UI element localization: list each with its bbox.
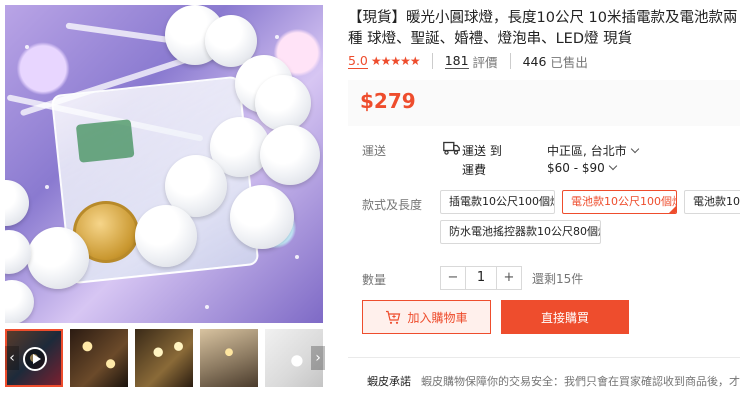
reviews-label: 評價 [472, 54, 498, 70]
light-ball [5, 230, 31, 274]
shipping-fee-label: 運費 [462, 163, 487, 177]
light-ball [230, 185, 294, 249]
light-ball [5, 180, 29, 226]
quantity-input[interactable]: 1 [465, 267, 497, 289]
sold-label: 已售出 [550, 54, 588, 70]
price: $279 [360, 89, 416, 113]
variation-option[interactable]: 防水電池搖控器款10公尺80個燈 [440, 220, 601, 244]
divider [509, 53, 511, 69]
rating-value[interactable]: 5.0 [348, 53, 368, 69]
light-ball [27, 227, 89, 289]
sparkle [25, 45, 29, 49]
guarantee-text: 蝦皮購物保障你的交易安全：我們只會在買家確認收到商品後，才會撥款 [421, 375, 740, 388]
shipping-label: 運送 [362, 144, 387, 158]
add-to-cart-label: 加入購物車 [407, 310, 468, 325]
sold-count: 446 [522, 53, 547, 69]
sparkle [45, 185, 49, 189]
rating-row: 5.0 ★★★★★ 181 評價 446 已售出 [348, 52, 588, 70]
shipping-fee-select[interactable]: $60 - $90 [547, 161, 618, 175]
plus-button[interactable]: + [497, 267, 521, 289]
thumbnail-2[interactable] [70, 329, 128, 387]
divider [348, 357, 740, 358]
light-ball [260, 125, 320, 185]
chevron-right-icon[interactable]: › [311, 346, 325, 370]
divider [431, 53, 433, 69]
chevron-down-icon [630, 144, 639, 154]
light-ball [255, 75, 311, 131]
chevron-left-icon[interactable]: ‹ [5, 346, 19, 370]
star-rating-icon: ★★★★★ [370, 54, 421, 68]
variation-label: 款式及長度 [362, 198, 423, 212]
variation-option[interactable]: 插電款10公尺100個燈 [440, 190, 555, 214]
variation-option-selected[interactable]: 電池款10公尺100個燈 [562, 190, 677, 214]
guarantee-row[interactable]: 蝦皮承諾 蝦皮購物保障你的交易安全：我們只會在買家確認收到商品後，才會撥款 [362, 373, 740, 389]
truck-icon [443, 141, 460, 155]
thumbnail-4[interactable] [200, 329, 258, 387]
ship-location: 中正區, 台北市 [547, 144, 627, 158]
main-product-image[interactable] [5, 5, 323, 323]
product-title: 【現貨】暖光小圓球燈，長度10公尺 10米插電款及電池款兩種 球燈、聖誕、婚禮、… [348, 10, 738, 47]
shipping-fee: $60 - $90 [547, 161, 605, 175]
ship-to-label: 運送 到 [462, 144, 502, 158]
guarantee-title: 蝦皮承諾 [367, 375, 411, 388]
sparkle [295, 255, 299, 259]
circuit-board [75, 119, 135, 163]
light-ball [135, 205, 197, 267]
thumbnail-strip: ‹ › [5, 329, 325, 389]
ship-location-select[interactable]: 中正區, 台北市 [547, 142, 639, 159]
add-to-cart-button[interactable]: 加入購物車 [362, 300, 491, 334]
quantity-label: 數量 [362, 273, 387, 287]
quantity-stepper: − 1 + [440, 266, 522, 290]
light-ball [5, 280, 34, 323]
minus-button[interactable]: − [441, 267, 465, 289]
buy-now-button[interactable]: 直接購買 [501, 300, 629, 334]
variation-option[interactable]: 電池款10公尺 [684, 190, 740, 214]
chevron-down-icon [608, 161, 618, 171]
sparkle [205, 305, 209, 309]
stock-remaining: 還剩15件 [532, 272, 584, 286]
thumbnail-3[interactable] [135, 329, 193, 387]
play-icon[interactable] [23, 347, 47, 371]
reviews-count[interactable]: 181 [444, 53, 469, 69]
cart-icon [386, 310, 401, 324]
sparkle [275, 35, 279, 39]
price-section: $279 [348, 80, 740, 126]
